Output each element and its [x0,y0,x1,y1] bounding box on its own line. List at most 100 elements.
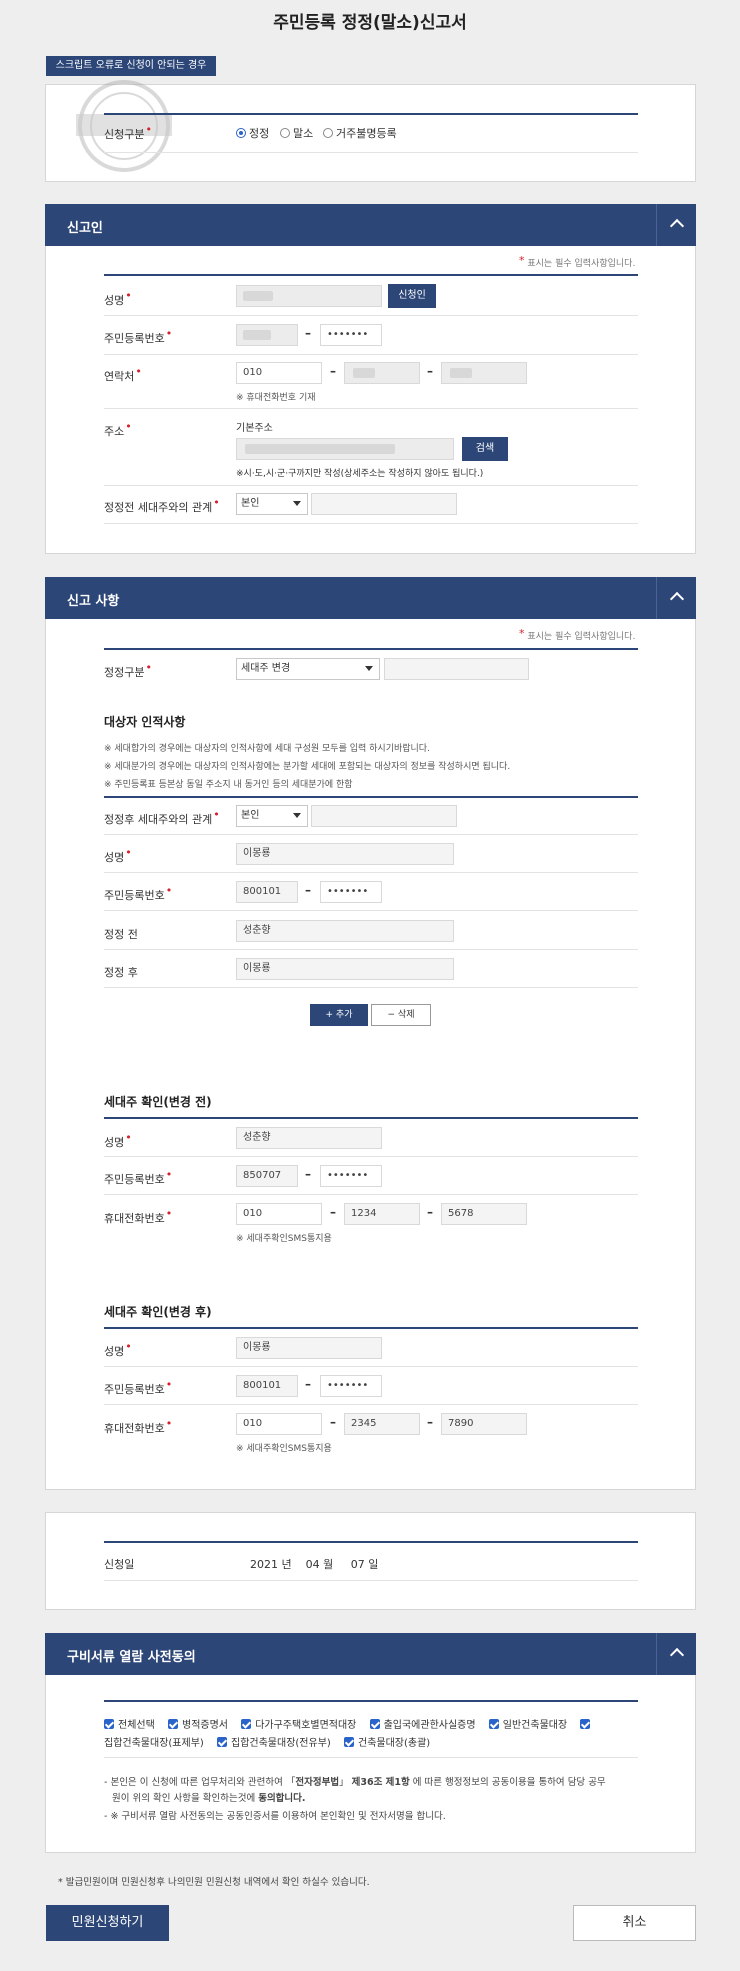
relation-select[interactable]: 본인 [236,493,308,515]
head-after-sms-note: ※ 세대주확인SMS통지용 [236,1444,332,1454]
reporter-section-header: 신고인 [45,204,696,246]
consent-check-collective-unit[interactable]: 집합건축물대장(전유부) [217,1737,331,1749]
chevron-up-icon [669,1647,685,1663]
head-after-phone1[interactable]: 010 [236,1413,322,1435]
before-value-input[interactable]: 성춘향 [236,920,454,942]
address-note: ※시·도,시·군·구까지만 작성(상세주소는 작성하지 않아도 됩니다.) [236,469,484,479]
consent-check-multifamily[interactable]: 다가구주택호별면적대장 [241,1719,356,1731]
submit-button[interactable]: 민원신청하기 [46,1905,169,1941]
target-rrn-label: 주민등록번호• [104,884,173,902]
target-heading: 대상자 인적사항 [104,715,186,729]
consent-check-military[interactable]: 병적증명서 [168,1719,228,1731]
consent-check-collective-title[interactable]: 집합건축물대장(표제부) [104,1738,204,1749]
address-search-button[interactable]: 검색 [462,437,508,461]
head-before-phone-label: 휴대전화번호• [104,1207,173,1225]
head-before-sms-note: ※ 세대주확인SMS통지용 [236,1234,332,1244]
head-before-phone1[interactable]: 010 [236,1203,322,1225]
collapse-toggle-button[interactable] [656,577,696,619]
after-relation-select[interactable]: 본인 [236,805,308,827]
head-before-phone2[interactable]: 1234 [344,1203,420,1225]
head-before-rrn-front[interactable]: 850707 [236,1165,298,1187]
required-note: * 표시는 필수 입력사항입니다. [519,627,636,642]
phone-note: ※ 휴대전화번호 기재 [236,393,316,403]
required-note: * 표시는 필수 입력사항입니다. [519,254,636,269]
target-note-2: ※ 세대분가의 경우에는 대상자의 인적사항에는 분가할 세대에 포함되는 대상… [104,762,511,772]
checkbox-icon [104,1719,114,1729]
collapse-toggle-button[interactable] [656,204,696,246]
address-input[interactable] [236,438,454,460]
reporter-phone3[interactable] [441,362,527,384]
chevron-up-icon [669,218,685,234]
consent-checkbox-row-1: 전체선택 병적증명서 다가구주택호별면적대장 출입국에관한사실증명 일반건축물대… [104,1716,594,1731]
after-relation-label: 정정후 세대주와의 관계• [104,808,220,826]
relation-label: 정정전 세대주와의 관계• [104,496,220,514]
head-after-rrn-front[interactable]: 800101 [236,1375,298,1397]
after-value-input[interactable]: 이몽룡 [236,958,454,980]
target-name-input[interactable]: 이몽룡 [236,843,454,865]
head-after-name-input[interactable]: 이몽룡 [236,1337,382,1359]
reporter-rrn-label: 주민등록번호• [104,327,173,345]
after-label: 정정 후 [104,966,138,979]
reporter-section-title: 신고인 [67,221,103,236]
correction-type-select[interactable]: 세대주 변경 [236,658,380,680]
report-section-header: 신고 사항 [45,577,696,619]
consent-checkbox-row-2: 집합건축물대장(표제부) 집합건축물대장(전유부) 건축물대장(총괄) [104,1734,440,1749]
reporter-name-input[interactable] [236,285,382,307]
head-after-heading: 세대주 확인(변경 후) [104,1305,212,1319]
reporter-phone1[interactable]: 010 [236,362,322,384]
correction-type-label: 정정구분• [104,661,152,679]
reporter-phone2[interactable] [344,362,420,384]
head-after-name-label: 성명• [104,1340,132,1358]
reporter-contact-label: 연락처• [104,365,142,383]
target-note-1: ※ 세대합가의 경우에는 대상자의 인적사항에 세대 구성원 모두를 입력 하시… [104,744,430,754]
head-before-phone3[interactable]: 5678 [441,1203,527,1225]
checkbox-icon [488,1719,499,1729]
consent-check-all[interactable]: 전체선택 [104,1719,155,1731]
reporter-rrn-front[interactable] [236,324,298,346]
head-after-rrn-back[interactable]: ••••••• [320,1375,382,1397]
head-after-phone2[interactable]: 2345 [344,1413,420,1435]
apply-date-label: 신청일 [104,1558,135,1571]
cancel-button[interactable]: 취소 [573,1905,696,1941]
add-button[interactable]: + 추가 [310,1004,368,1026]
reporter-rrn-back[interactable]: ••••••• [320,324,382,346]
checkbox-icon [369,1719,380,1729]
reporter-address-label: 주소• [104,420,132,438]
apply-type-label: 신청구분• [104,123,152,141]
checkbox-icon[interactable] [580,1719,591,1729]
consent-check-general-building[interactable]: 일반건축물대장 [488,1719,567,1731]
after-relation-extra-input[interactable] [311,805,457,827]
target-name-label: 성명• [104,846,132,864]
checkbox-icon [168,1719,178,1729]
radio-cancellation[interactable]: 말소 [280,125,313,141]
radio-correction[interactable]: 정정 [236,125,269,141]
before-label: 정정 전 [104,928,138,941]
relation-extra-input[interactable] [311,493,457,515]
head-before-rrn-back[interactable]: ••••••• [320,1165,382,1187]
reporter-name-label: 성명• [104,289,132,307]
target-note-3: ※ 주민등록표 등본상 동일 주소지 내 동거인 등의 세대분가에 한함 [104,780,353,790]
radio-unknown-residence[interactable]: 거주불명등록 [323,125,397,141]
address-basic-label: 기본주소 [236,423,273,434]
target-rrn-back[interactable]: ••••••• [320,881,382,903]
head-before-rrn-label: 주민등록번호• [104,1168,173,1186]
footer-note: * 발급민원이며 민원신청후 나의민원 민원신청 내역에서 확인 하실수 있습니… [58,1877,370,1888]
script-error-button[interactable]: 스크립트 오류로 신청이 안되는 경우 [46,56,216,76]
report-section-title: 신고 사항 [67,594,120,609]
head-after-phone-label: 휴대전화번호• [104,1417,173,1435]
correction-type-extra-input[interactable] [384,658,529,680]
head-before-heading: 세대주 확인(변경 전) [104,1095,212,1109]
target-rrn-front[interactable]: 800101 [236,881,298,903]
checkbox-icon [241,1719,252,1729]
applicant-button[interactable]: 신청인 [388,284,436,308]
collapse-toggle-button[interactable] [656,1633,696,1675]
consent-text-1b: 원이 위의 확인 사항을 확인하는것에 동의합니다. [112,1793,306,1804]
head-before-name-input[interactable]: 성춘향 [236,1127,382,1149]
delete-button[interactable]: − 삭제 [371,1004,431,1026]
consent-check-immigration[interactable]: 출입국에관한사실증명 [369,1719,476,1731]
consent-check-building-summary[interactable]: 건축물대장(총괄) [344,1737,430,1749]
consent-text-2: - ※ 구비서류 열람 사전동의는 공동인증서를 이용하여 본인확인 및 전자서… [104,1811,446,1822]
head-after-phone3[interactable]: 7890 [441,1413,527,1435]
chevron-up-icon [669,591,685,607]
checkbox-icon [217,1737,227,1747]
